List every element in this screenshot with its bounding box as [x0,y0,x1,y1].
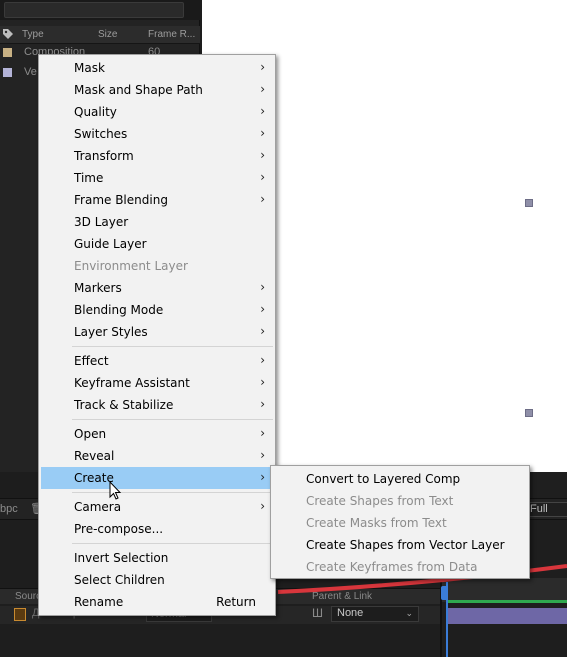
menu-item-guide-layer[interactable]: Guide Layer [41,233,273,255]
menu-item-blending-mode[interactable]: Blending Mode › [41,299,273,321]
menu-item-effect[interactable]: Effect › [41,350,273,372]
menu-item-create[interactable]: Create › [41,467,273,489]
menu-item-label: Quality [74,105,117,119]
menu-item-label: Pre-compose... [74,522,164,536]
menu-item-mask[interactable]: Mask › [41,57,273,79]
menu-item-label: Create [74,471,114,485]
chevron-right-icon: › [260,324,265,338]
menu-item-label: Invert Selection [74,551,169,565]
menu-item-open[interactable]: Open › [41,423,273,445]
menu-item-label: Guide Layer [74,237,147,251]
menu-item-label: Mask and Shape Path [74,83,203,97]
menu-item-label: Camera [74,500,122,514]
menu-item-label: Convert to Layered Comp [306,472,461,486]
menu-separator [72,543,273,544]
chevron-right-icon: › [260,375,265,389]
menu-item-invert-selection[interactable]: Invert Selection [41,547,273,569]
menu-item-create-keyframes-from-data: Create Keyframes from Data [273,556,527,578]
menu-item-convert-to-layered-comp[interactable]: Convert to Layered Comp [273,468,527,490]
menu-item-rename[interactable]: Rename Return [41,591,273,613]
menu-item-label: Open [74,427,107,441]
menu-item-label: Markers [74,281,122,295]
chevron-right-icon: › [260,280,265,294]
menu-separator [72,346,273,347]
menu-item-reveal[interactable]: Reveal › [41,445,273,467]
menu-item-camera[interactable]: Camera › [41,496,273,518]
menu-item-create-shapes-from-vector-layer[interactable]: Create Shapes from Vector Layer [273,534,527,556]
menu-item-environment-layer: Environment Layer [41,255,273,277]
chevron-right-icon: › [260,353,265,367]
menu-item-select-children[interactable]: Select Children [41,569,273,591]
menu-item-label: Select Children [74,573,165,587]
menu-item-label: Create Shapes from Text [306,494,454,508]
menu-item-layer-styles[interactable]: Layer Styles › [41,321,273,343]
menu-item-label: Effect [74,354,109,368]
chevron-right-icon: › [260,60,265,74]
chevron-right-icon: › [260,397,265,411]
menu-item-create-shapes-from-text: Create Shapes from Text [273,490,527,512]
menu-item-mask-and-shape-path[interactable]: Mask and Shape Path › [41,79,273,101]
chevron-right-icon: › [260,192,265,206]
menu-item-frame-blending[interactable]: Frame Blending › [41,189,273,211]
menu-item-label: Layer Styles [74,325,148,339]
chevron-right-icon: › [260,426,265,440]
menu-item-label: Mask [74,61,105,75]
chevron-right-icon: › [260,82,265,96]
chevron-right-icon: › [260,499,265,513]
chevron-right-icon: › [260,302,265,316]
menu-item-3d-layer[interactable]: 3D Layer [41,211,273,233]
mouse-pointer-icon [109,481,122,500]
chevron-right-icon: › [260,126,265,140]
menu-item-switches[interactable]: Switches › [41,123,273,145]
chevron-right-icon: › [260,170,265,184]
chevron-right-icon: › [260,470,265,484]
menu-item-label: 3D Layer [74,215,129,229]
menu-item-quality[interactable]: Quality › [41,101,273,123]
layer-context-menu: Mask › Mask and Shape Path › Quality › Switche… [38,54,276,616]
menu-item-label: Blending Mode [74,303,164,317]
menu-item-label: Time [74,171,104,185]
menu-item-label: Rename [74,595,124,609]
menu-item-time[interactable]: Time › [41,167,273,189]
create-submenu: Convert to Layered Comp Create Shapes fro… [270,465,530,579]
shortcut-label: Return [216,595,256,609]
menu-item-label: Environment Layer [74,259,188,273]
menu-item-label: Frame Blending [74,193,168,207]
menu-separator [72,492,273,493]
menu-item-track-and-stabilize[interactable]: Track & Stabilize › [41,394,273,416]
menu-item-label: Track & Stabilize [74,398,174,412]
chevron-right-icon: › [260,104,265,118]
menu-item-markers[interactable]: Markers › [41,277,273,299]
menu-item-transform[interactable]: Transform › [41,145,273,167]
menu-item-label: Switches [74,127,128,141]
menu-item-label: Reveal [74,449,115,463]
menu-item-pre-compose[interactable]: Pre-compose... [41,518,273,540]
menu-item-label: Create Masks from Text [306,516,447,530]
menu-item-label: Transform [74,149,134,163]
menu-item-label: Create Shapes from Vector Layer [306,538,505,552]
menu-item-label: Create Keyframes from Data [306,560,478,574]
menu-item-label: Keyframe Assistant [74,376,190,390]
menu-separator [72,419,273,420]
menu-item-create-masks-from-text: Create Masks from Text [273,512,527,534]
menu-item-keyframe-assistant[interactable]: Keyframe Assistant › [41,372,273,394]
chevron-right-icon: › [260,148,265,162]
chevron-right-icon: › [260,448,265,462]
